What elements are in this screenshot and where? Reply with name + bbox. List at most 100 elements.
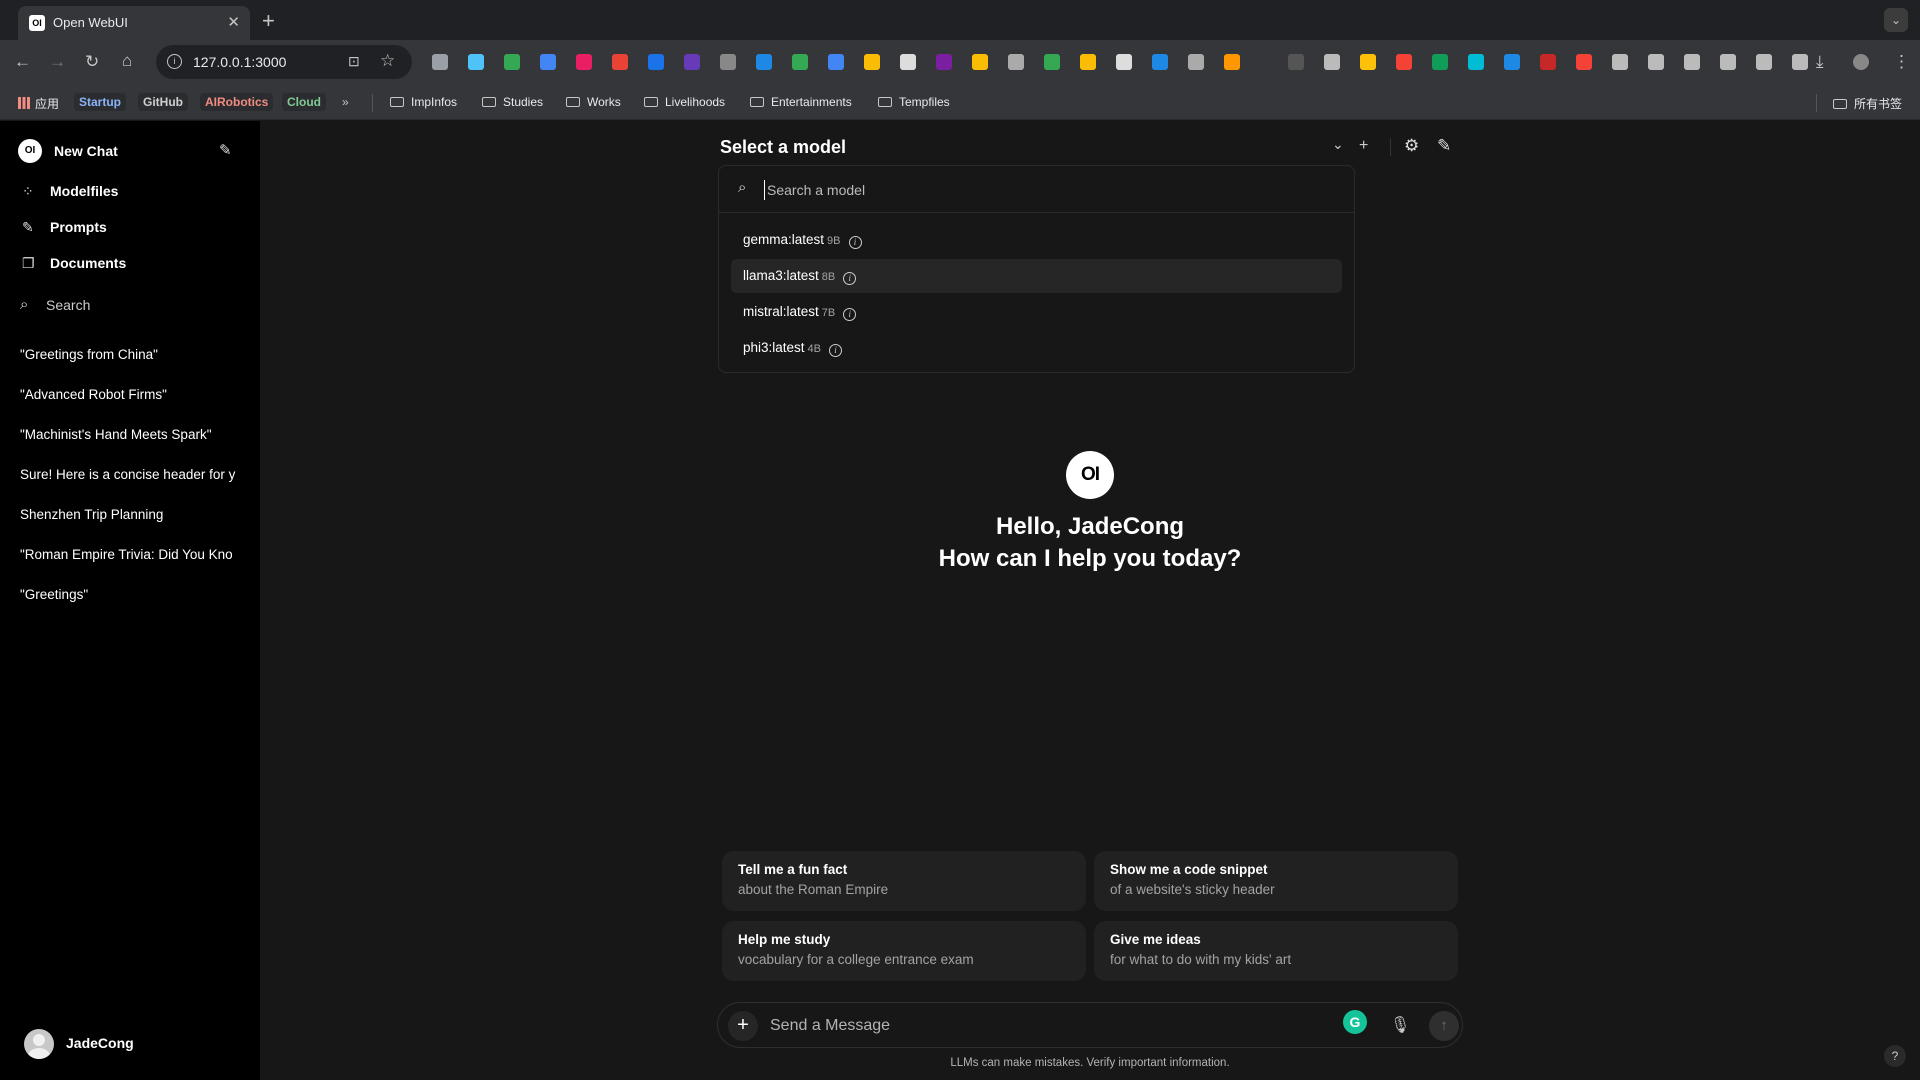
extension-icon[interactable]: [900, 54, 916, 70]
extension-icon[interactable]: [720, 54, 736, 70]
bookmark-github[interactable]: GitHub: [138, 93, 188, 111]
extension-icon[interactable]: [432, 54, 448, 70]
model-option-llama3[interactable]: llama3:latest 8B i: [731, 259, 1342, 293]
suggestion-card[interactable]: Give me ideas for what to do with my kids…: [1094, 921, 1458, 981]
chat-history-item[interactable]: Sure! Here is a concise header for y: [20, 467, 240, 482]
suggestion-card[interactable]: Tell me a fun fact about the Roman Empire: [722, 851, 1086, 911]
apps-bookmark[interactable]: 应用: [18, 95, 59, 112]
select-model-button[interactable]: Select a model: [720, 137, 846, 158]
extension-icon[interactable]: [1504, 54, 1520, 70]
bookmark-folder-studies[interactable]: Studies: [482, 95, 543, 109]
address-url[interactable]: 127.0.0.1:3000: [193, 54, 286, 70]
model-info-icon[interactable]: i: [843, 308, 857, 321]
new-tab-icon[interactable]: +: [262, 8, 275, 34]
extension-icon[interactable]: [468, 54, 484, 70]
new-chat-edit-icon[interactable]: ✎: [219, 141, 232, 159]
translate-icon[interactable]: ⊡: [348, 53, 360, 70]
bookmark-folder-tempfiles[interactable]: Tempfiles: [878, 95, 950, 109]
model-option-phi3[interactable]: phi3:latest 4B i: [731, 331, 1342, 365]
extension-icon[interactable]: [684, 54, 700, 70]
model-option-mistral[interactable]: mistral:latest 7B i: [731, 295, 1342, 329]
all-bookmarks[interactable]: 所有书签: [1833, 95, 1902, 112]
extension-icon[interactable]: [1008, 54, 1024, 70]
extension-icon[interactable]: [1576, 54, 1592, 70]
extension-icon[interactable]: [1324, 54, 1340, 70]
extension-icon[interactable]: [612, 54, 628, 70]
chat-history-item[interactable]: "Greetings from China": [20, 347, 240, 362]
model-search-input[interactable]: [764, 180, 1324, 200]
chat-history-item[interactable]: "Machinist's Hand Meets Spark": [20, 427, 240, 442]
extension-icon[interactable]: [936, 54, 952, 70]
model-info-icon[interactable]: i: [848, 236, 862, 249]
extension-icon[interactable]: [1612, 54, 1628, 70]
extension-icon[interactable]: [972, 54, 988, 70]
extension-icon[interactable]: [1116, 54, 1132, 70]
extension-icon[interactable]: [1188, 54, 1204, 70]
avatar[interactable]: [24, 1029, 54, 1059]
extension-icon[interactable]: [1756, 54, 1772, 70]
bookmark-folder-entertainments[interactable]: Entertainments: [750, 95, 852, 109]
grammarly-icon[interactable]: G: [1343, 1010, 1367, 1034]
address-bar[interactable]: i 127.0.0.1:3000 ⊡ ☆: [156, 45, 412, 79]
sidebar-search[interactable]: Search: [46, 297, 90, 313]
sidebar-item-modelfiles[interactable]: Modelfiles: [50, 183, 118, 199]
home-icon[interactable]: ⌂: [122, 51, 132, 71]
extension-icon[interactable]: [1792, 54, 1808, 70]
extension-icon[interactable]: [1080, 54, 1096, 70]
extension-icon[interactable]: [576, 54, 592, 70]
chevron-down-icon[interactable]: ⌄: [1332, 136, 1344, 153]
bookmark-star-icon[interactable]: ☆: [380, 51, 395, 71]
sidebar-item-prompts[interactable]: Prompts: [50, 219, 107, 235]
bookmark-startup[interactable]: Startup: [74, 93, 126, 111]
extension-icon[interactable]: [1540, 54, 1556, 70]
extension-icon[interactable]: [1044, 54, 1060, 70]
settings-gear-icon[interactable]: ⚙: [1404, 136, 1419, 156]
extension-icon[interactable]: [1684, 54, 1700, 70]
suggestion-card[interactable]: Help me study vocabulary for a college en…: [722, 921, 1086, 981]
extension-icon[interactable]: [1468, 54, 1484, 70]
extension-icon[interactable]: [1152, 54, 1168, 70]
bookmark-folder-works[interactable]: Works: [566, 95, 621, 109]
extension-icon[interactable]: [1432, 54, 1448, 70]
message-input[interactable]: [770, 1015, 1320, 1037]
forward-icon[interactable]: →: [49, 52, 66, 72]
model-info-icon[interactable]: i: [829, 344, 843, 357]
new-chat-compose-icon[interactable]: ✎: [1437, 136, 1451, 156]
extension-icon[interactable]: [828, 54, 844, 70]
model-info-icon[interactable]: i: [843, 272, 857, 285]
extension-icon[interactable]: [1396, 54, 1412, 70]
extension-icon[interactable]: [756, 54, 772, 70]
sidebar-item-documents[interactable]: Documents: [50, 255, 126, 271]
profile-avatar-icon[interactable]: [1853, 54, 1869, 70]
chat-history-item[interactable]: "Advanced Robot Firms": [20, 387, 240, 402]
extension-icon[interactable]: [864, 54, 880, 70]
model-option-gemma[interactable]: gemma:latest 9B i: [731, 223, 1342, 257]
send-button[interactable]: ↑: [1429, 1011, 1459, 1041]
bookmark-airobotics[interactable]: AIRobotics: [200, 93, 274, 111]
site-info-icon[interactable]: i: [167, 54, 182, 69]
bookmark-cloud[interactable]: Cloud: [282, 93, 326, 111]
close-tab-icon[interactable]: ✕: [227, 13, 240, 31]
bookmark-folder-livelihoods[interactable]: Livelihoods: [644, 95, 725, 109]
browser-tab[interactable]: OI Open WebUI ✕: [18, 6, 250, 40]
extension-icon[interactable]: [1224, 54, 1240, 70]
extension-icon[interactable]: [1720, 54, 1736, 70]
new-chat-button[interactable]: New Chat: [54, 143, 118, 159]
tab-search-chevron-icon[interactable]: ⌄: [1884, 8, 1908, 32]
extension-icon[interactable]: [504, 54, 520, 70]
reload-icon[interactable]: ↻: [85, 52, 99, 72]
extension-icon[interactable]: [1360, 54, 1376, 70]
extension-icon[interactable]: [540, 54, 556, 70]
add-model-icon[interactable]: +: [1359, 137, 1368, 155]
extension-icon[interactable]: [792, 54, 808, 70]
chat-history-item[interactable]: "Greetings": [20, 587, 240, 602]
suggestion-card[interactable]: Show me a code snippet of a website's sti…: [1094, 851, 1458, 911]
downloads-icon[interactable]: ⤓: [1816, 52, 1824, 72]
browser-menu-icon[interactable]: ⋮: [1893, 52, 1910, 72]
bookmark-folder-impinfos[interactable]: ImpInfos: [390, 95, 457, 109]
more-bookmarks-icon[interactable]: »: [342, 95, 349, 109]
back-icon[interactable]: ←: [14, 52, 31, 72]
help-button[interactable]: ?: [1884, 1045, 1906, 1067]
extension-icon[interactable]: [1288, 54, 1304, 70]
attach-plus-button[interactable]: +: [728, 1011, 758, 1041]
